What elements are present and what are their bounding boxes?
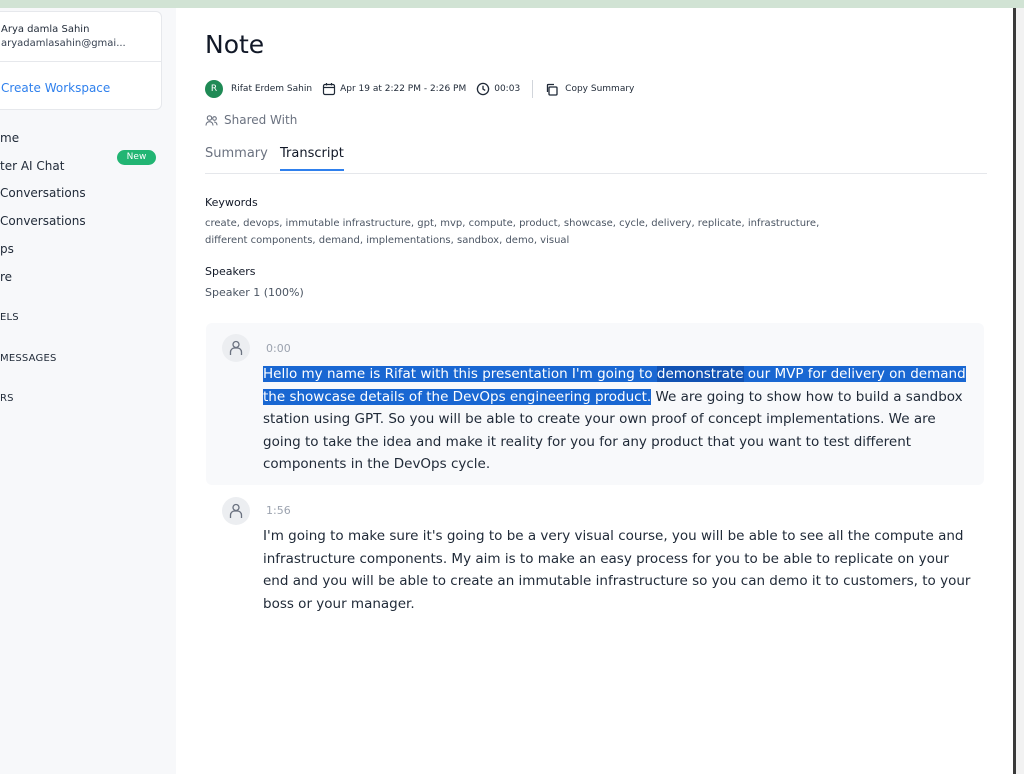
clock-icon <box>476 82 490 96</box>
note-duration: 00:03 <box>494 84 521 94</box>
shared-with-button[interactable]: Shared With <box>205 113 297 127</box>
workspace-user-name: Arya damla Sahin <box>1 24 90 35</box>
sidebar-item-apps[interactable]: ps <box>0 242 14 256</box>
sidebar-item-ai-chat[interactable]: ter AI Chat <box>0 159 64 173</box>
workspace-user-email: aryadamlasahin@gmai... <box>1 38 126 49</box>
sidebar-item-home[interactable]: me <box>0 131 19 145</box>
note-date: Apr 19 at 2:22 PM - 2:26 PM <box>340 84 467 94</box>
section-folders[interactable]: RS <box>0 393 14 404</box>
divider <box>0 61 161 62</box>
selected-text: Hello my name is Rifat with this present… <box>263 366 657 382</box>
divider <box>532 80 534 98</box>
copy-summary-label: Copy Summary <box>565 84 635 94</box>
keywords-list: create, devops, immutable infrastructure… <box>205 215 965 249</box>
segment-text[interactable]: Hello my name is Rifat with this present… <box>263 363 977 476</box>
speakers-heading: Speakers <box>205 265 256 278</box>
top-strip <box>0 0 1024 8</box>
segment-timestamp: 1:56 <box>266 504 291 517</box>
copy-summary-button[interactable]: Copy Summary <box>545 83 634 96</box>
owner-avatar: R <box>205 80 223 98</box>
new-badge: New <box>117 150 156 165</box>
tab-bar: Summary Transcript <box>205 146 987 174</box>
speakers-value: Speaker 1 (100%) <box>205 286 304 299</box>
transcript-segment[interactable]: 1:56 I'm going to make sure it's going t… <box>206 488 984 623</box>
section-channels[interactable]: ELS <box>0 312 19 323</box>
sidebar-item-conversations-1[interactable]: Conversations <box>0 186 86 200</box>
owner-name: Rifat Erdem Sahin <box>231 84 313 94</box>
tab-transcript[interactable]: Transcript <box>280 146 344 171</box>
section-messages[interactable]: MESSAGES <box>0 353 57 364</box>
keywords-line: different components, demand, implementa… <box>205 235 570 246</box>
note-meta-row: R Rifat Erdem Sahin Apr 19 at 2:22 PM - … <box>205 79 634 99</box>
transcript-segment[interactable]: 0:00 Hello my name is Rifat with this pr… <box>206 323 984 485</box>
segment-text[interactable]: I'm going to make sure it's going to be … <box>263 525 977 615</box>
copy-icon <box>545 83 558 96</box>
sidebar-item-more[interactable]: re <box>0 270 12 284</box>
sidebar-item-conversations-2[interactable]: Conversations <box>0 214 86 228</box>
workspace-card[interactable]: Arya damla Sahin aryadamlasahin@gmai... … <box>0 11 162 110</box>
speaker-avatar-icon <box>222 497 250 525</box>
shared-with-label: Shared With <box>224 113 298 127</box>
segment-timestamp: 0:00 <box>266 342 291 355</box>
selected-text: the showcase details of the DevOps engin… <box>263 388 652 405</box>
selected-text: demonstrate <box>656 366 744 382</box>
calendar-icon <box>322 82 336 96</box>
people-icon <box>205 114 218 127</box>
create-workspace-button[interactable]: Create Workspace <box>1 81 110 95</box>
selected-text: our MVP for delivery on demand <box>743 366 966 382</box>
tab-summary[interactable]: Summary <box>205 146 268 169</box>
speaker-avatar-icon <box>222 334 250 362</box>
page-title: Note <box>205 30 265 59</box>
scrollbar-track[interactable] <box>1016 8 1024 774</box>
sidebar: Arya damla Sahin aryadamlasahin@gmai... … <box>0 8 176 774</box>
keywords-heading: Keywords <box>205 196 258 209</box>
keywords-line: create, devops, immutable infrastructure… <box>205 218 820 229</box>
